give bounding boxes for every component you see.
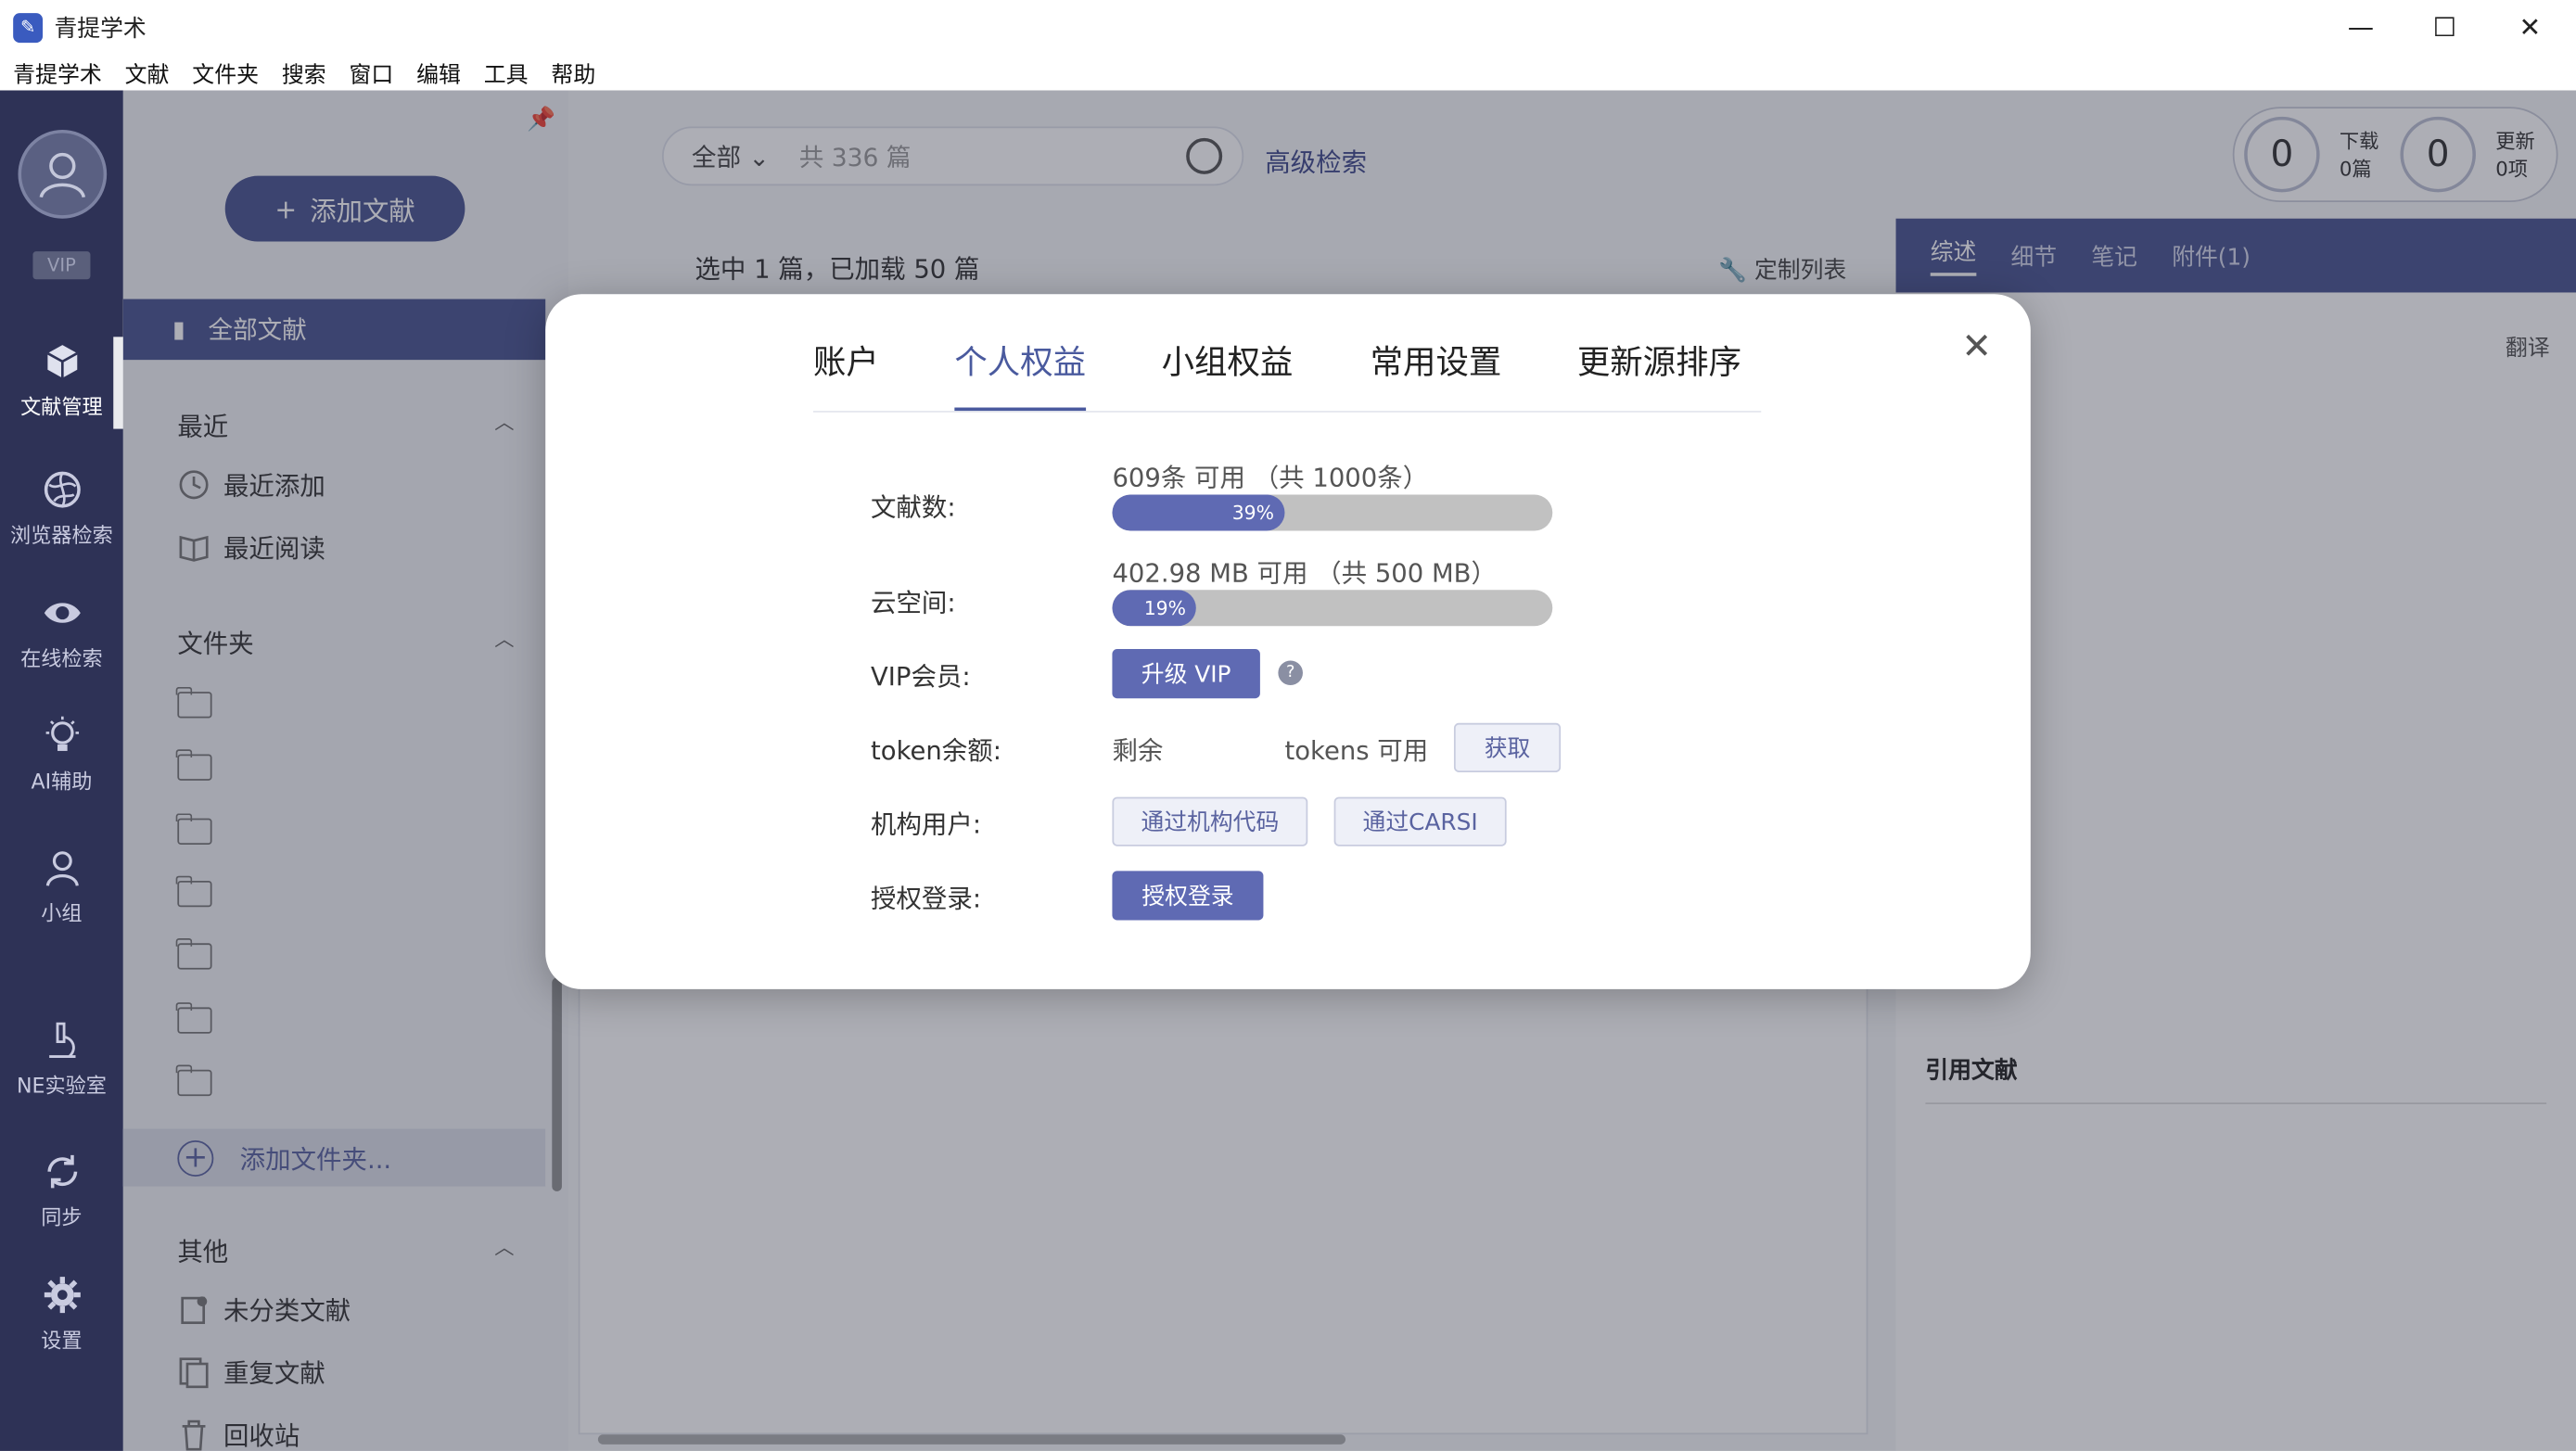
eye-icon [43, 603, 80, 623]
menu-docs[interactable]: 文献 [125, 56, 170, 88]
sync-icon [46, 1154, 77, 1189]
auth-login-button[interactable]: 授权登录 [1112, 871, 1264, 921]
microscope-icon [48, 1022, 75, 1059]
rail-label-ai: AI辅助 [31, 769, 93, 795]
carsi-button[interactable]: 通过CARSI [1333, 796, 1507, 846]
gear-icon [43, 1277, 80, 1314]
tab-personal-benefits[interactable]: 个人权益 [954, 336, 1087, 412]
get-tokens-button[interactable]: 获取 [1453, 722, 1562, 772]
upgrade-vip-button[interactable]: 升级 VIP [1112, 649, 1260, 699]
rail-label-sync: 同步 [41, 1204, 83, 1229]
docs-progress-bar: 39% [1112, 494, 1553, 531]
app-logo-icon: ✎ [13, 12, 44, 43]
menu-help[interactable]: 帮助 [551, 56, 595, 88]
tab-update-source-order[interactable]: 更新源排序 [1577, 336, 1741, 412]
cube-icon [45, 345, 78, 378]
menu-edit[interactable]: 编辑 [416, 56, 461, 88]
space-label: 云空间: [871, 588, 956, 618]
dialog-tabs: 账户 个人权益 小组权益 常用设置 更新源排序 [812, 336, 1762, 413]
avatar[interactable] [18, 130, 108, 219]
settings-dialog: 账户 个人权益 小组权益 常用设置 更新源排序 ✕ 文献数: 609条 可用 （… [545, 294, 2031, 989]
token-remaining: 剩余 [1112, 735, 1164, 766]
minimize-button[interactable]: — [2318, 0, 2404, 54]
close-window-button[interactable]: ✕ [2487, 0, 2572, 54]
rail-item-ai[interactable]: AI辅助 [0, 715, 123, 796]
tab-account[interactable]: 账户 [813, 336, 879, 412]
docs-stat: 609条 可用 （共 1000条） [1112, 463, 1429, 493]
rail-item-settings[interactable]: 设置 [0, 1274, 123, 1355]
token-available: tokens 可用 [1284, 735, 1429, 766]
window-title: 青提学术 [54, 15, 147, 43]
rail-item-group[interactable]: 小组 [0, 846, 123, 927]
menu-bar: 青提学术 文献 文件夹 搜索 窗口 编辑 工具 帮助 [0, 54, 2576, 91]
tab-common-settings[interactable]: 常用设置 [1371, 336, 1502, 412]
menu-window[interactable]: 窗口 [349, 56, 393, 88]
user-icon [39, 152, 86, 198]
vip-badge: VIP [32, 251, 91, 280]
rail-label-online: 在线检索 [20, 645, 103, 671]
docs-label: 文献数: [871, 492, 956, 523]
space-progress-bar: 19% [1112, 590, 1553, 627]
nav-rail: VIP 文献管理 浏览器检索 在线检索 AI辅助 小组 NE实验室 同步 设置 [0, 90, 123, 1451]
rail-label-lab: NE实验室 [16, 1073, 107, 1098]
rail-label-group: 小组 [41, 900, 83, 925]
rail-label-settings: 设置 [41, 1328, 83, 1353]
title-bar: ✎ 青提学术 — ☐ ✕ [0, 0, 2576, 55]
token-label: token余额: [871, 735, 1001, 766]
space-progress-fill: 19% [1112, 590, 1196, 627]
rail-label-docs: 文献管理 [20, 394, 103, 419]
menu-app[interactable]: 青提学术 [13, 56, 102, 88]
institution-code-button[interactable]: 通过机构代码 [1112, 796, 1308, 846]
rail-item-docs[interactable]: 文献管理 [0, 340, 123, 421]
auth-label: 授权登录: [871, 884, 982, 914]
rail-label-browser: 浏览器检索 [10, 522, 113, 548]
globe-icon [43, 471, 80, 508]
menu-search[interactable]: 搜索 [282, 56, 326, 88]
group-icon [45, 851, 78, 886]
menu-folders[interactable]: 文件夹 [192, 56, 259, 88]
tab-group-benefits[interactable]: 小组权益 [1162, 336, 1294, 412]
rail-item-sync[interactable]: 同步 [0, 1151, 123, 1231]
menu-tools[interactable]: 工具 [484, 56, 529, 88]
maximize-button[interactable]: ☐ [2402, 0, 2487, 54]
rail-item-online[interactable]: 在线检索 [0, 592, 123, 672]
help-icon[interactable]: ? [1278, 660, 1303, 686]
rail-item-lab[interactable]: NE实验室 [0, 1019, 123, 1100]
space-stat: 402.98 MB 可用 （共 500 MB） [1112, 558, 1497, 589]
bulb-icon [45, 716, 79, 751]
close-icon[interactable]: ✕ [1961, 327, 1992, 368]
vip-label: VIP会员: [871, 662, 971, 693]
docs-progress-fill: 39% [1112, 494, 1284, 531]
institution-label: 机构用户: [871, 809, 982, 840]
rail-item-browser[interactable]: 浏览器检索 [0, 468, 123, 549]
